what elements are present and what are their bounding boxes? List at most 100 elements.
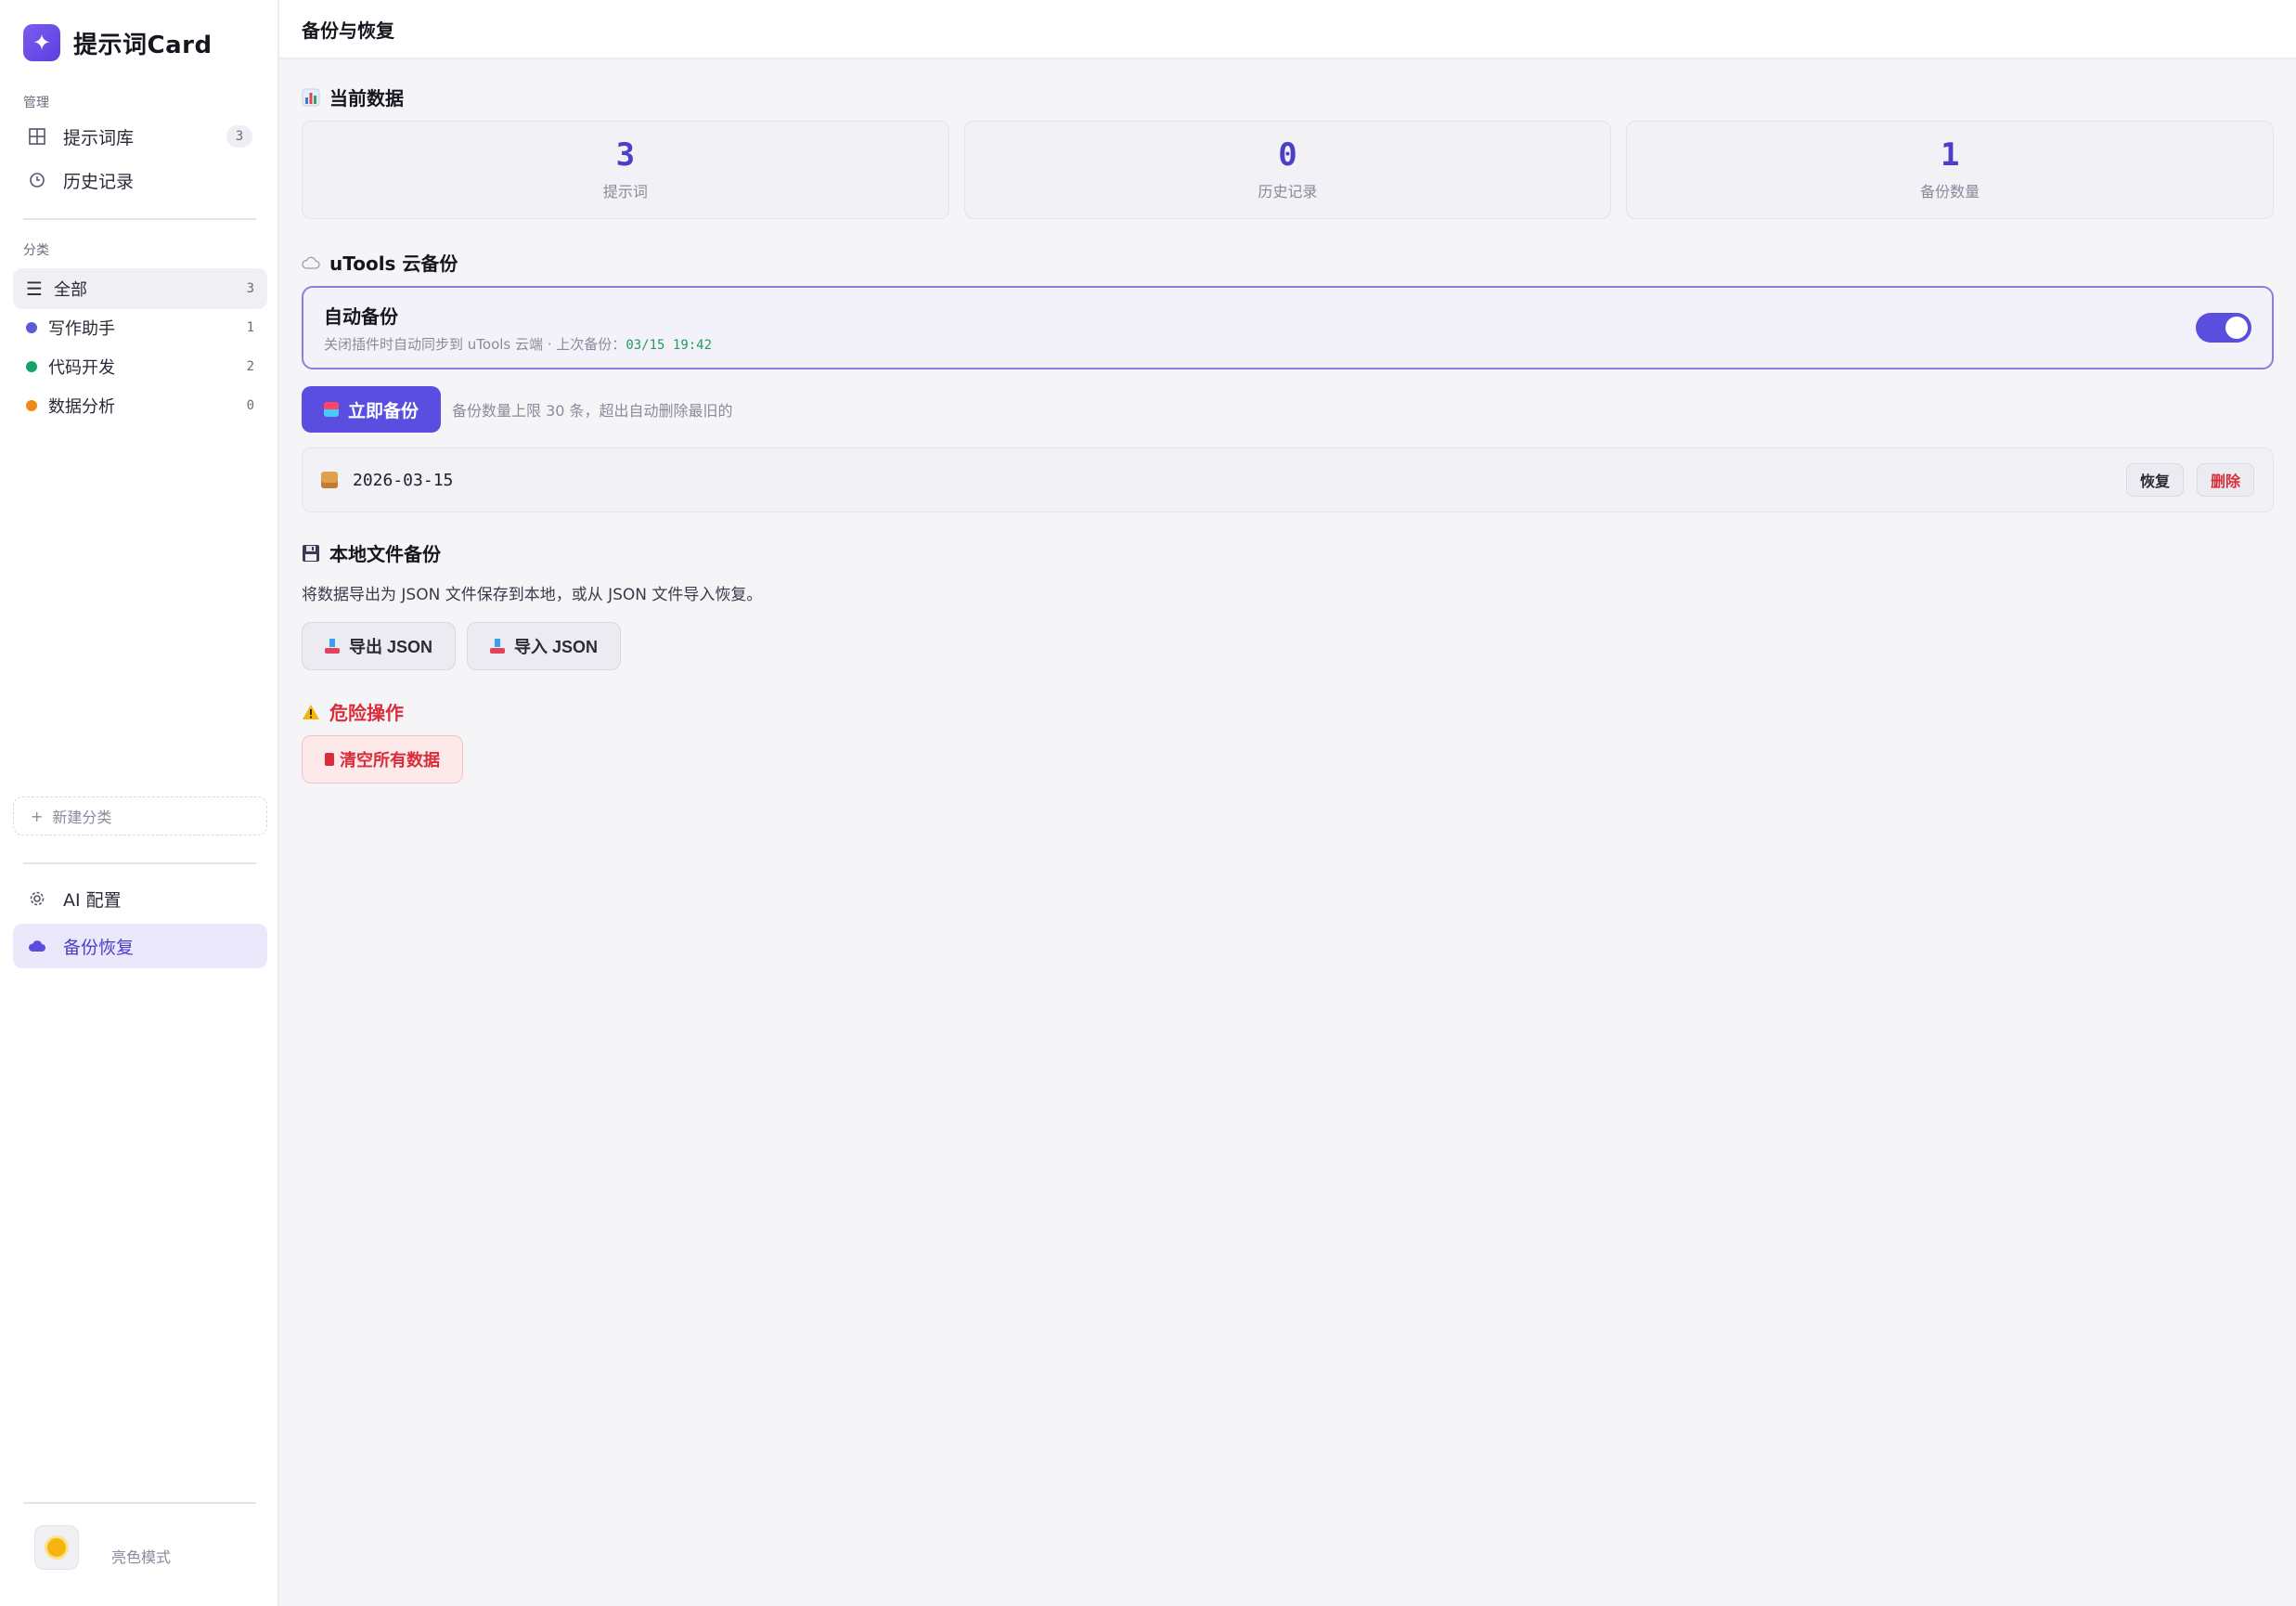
list-icon: ☰ — [26, 278, 43, 300]
backup-now-row: 立即备份 备份数量上限 30 条，超出自动删除最旧的 — [302, 386, 733, 433]
count-badge: 3 — [226, 125, 252, 148]
category-count: 0 — [246, 398, 254, 413]
auto-backup-desc: 关闭插件时自动同步到 uTools 云端 · 上次备份：03/15 19:42 — [324, 334, 712, 354]
divider — [23, 218, 256, 220]
auto-backup-desc-text: 关闭插件时自动同步到 uTools 云端 · 上次备份： — [324, 336, 626, 353]
category-label: 数据分析 — [48, 397, 115, 417]
divider — [23, 1502, 256, 1504]
gear-icon — [28, 890, 46, 907]
import-json-label: 导入 JSON — [514, 638, 599, 656]
category-label: 写作助手 — [48, 319, 115, 339]
stat-value: 3 — [615, 136, 636, 175]
package-icon — [324, 402, 339, 417]
section-local-backup: 本地文件备份 — [302, 539, 441, 566]
local-backup-desc: 将数据导出为 JSON 文件保存到本地，或从 JSON 文件导入恢复。 — [302, 586, 763, 604]
theme-label: 亮色模式 — [111, 1548, 172, 1566]
backup-list-item: 2026-03-15 恢复 删除 — [302, 447, 2274, 512]
sparkle-icon: ✦ — [23, 24, 60, 61]
section-label-category: 分类 — [23, 243, 49, 258]
sidebar-item-history[interactable]: 历史记录 — [13, 160, 267, 201]
page-title: 备份与恢复 — [302, 19, 394, 42]
bar-chart-icon — [302, 88, 320, 107]
file-buttons: 导出 JSON 导入 JSON — [302, 622, 622, 670]
section-danger: 危险操作 — [302, 698, 404, 725]
section-title-text: uTools 云备份 — [329, 253, 458, 275]
section-title-text: 危险操作 — [329, 702, 404, 724]
section-cloud-backup: uTools 云备份 — [302, 249, 458, 276]
theme-toggle-button[interactable] — [34, 1525, 79, 1570]
category-label: 代码开发 — [48, 358, 115, 378]
new-category-button[interactable]: + 新建分类 — [13, 797, 267, 835]
category-all[interactable]: ☰ 全部 3 — [13, 268, 267, 309]
stat-card-backups: 1 备份数量 — [1626, 121, 2275, 219]
backup-now-button[interactable]: 立即备份 — [302, 386, 442, 433]
sidebar-item-label: 备份恢复 — [63, 937, 135, 958]
main-panel: 备份与恢复 当前数据 3 提示词 0 历史记录 1 备份数量 uTools 云备… — [279, 0, 2296, 1606]
clear-all-data-button[interactable]: 清空所有数据 — [302, 735, 463, 784]
category-writing[interactable]: 写作助手 1 — [13, 307, 267, 348]
topbar: 备份与恢复 — [279, 0, 2296, 59]
section-current-data: 当前数据 — [302, 84, 404, 110]
stat-value: 1 — [1940, 136, 1960, 175]
cloud-outline-icon — [302, 253, 320, 272]
category-label: 全部 — [54, 280, 87, 300]
last-backup-time: 03/15 19:42 — [626, 338, 713, 353]
stat-label: 提示词 — [602, 182, 648, 201]
delete-button[interactable]: 删除 — [2196, 463, 2254, 497]
divider — [23, 862, 256, 864]
section-title-text: 当前数据 — [329, 87, 404, 110]
stat-label: 历史记录 — [1258, 182, 1318, 201]
warning-icon — [302, 703, 320, 721]
sidebar-item-label: 历史记录 — [63, 171, 135, 192]
category-count: 1 — [246, 320, 254, 335]
import-json-button[interactable]: 导入 JSON — [467, 622, 622, 670]
section-title-text: 本地文件备份 — [329, 543, 441, 565]
download-icon — [325, 639, 340, 654]
stat-card-prompts: 3 提示词 — [302, 121, 949, 219]
auto-backup-toggle[interactable] — [2196, 313, 2251, 343]
stats-row: 3 提示词 0 历史记录 1 备份数量 — [302, 121, 2275, 219]
backup-date: 2026-03-15 — [353, 470, 454, 490]
backup-limit-hint: 备份数量上限 30 条，超出自动删除最旧的 — [452, 402, 733, 420]
trash-icon — [325, 753, 334, 766]
stat-card-history: 0 历史记录 — [963, 121, 1612, 219]
category-count: 3 — [246, 281, 254, 296]
sidebar-item-label: AI 配置 — [63, 889, 122, 911]
category-data-analysis[interactable]: 数据分析 0 — [13, 385, 267, 426]
clear-all-label: 清空所有数据 — [340, 751, 440, 770]
section-label-manage: 管理 — [23, 96, 49, 110]
app-window: ✦ 提示词Card 管理 提示词库 3 历史记录 分类 ☰ 全部 3 写作助手 — [0, 0, 2296, 1606]
category-coding[interactable]: 代码开发 2 — [13, 346, 267, 387]
export-json-label: 导出 JSON — [349, 638, 433, 656]
grid-icon — [28, 128, 46, 145]
sidebar-item-backup[interactable]: 备份恢复 — [13, 924, 267, 968]
brand-title: 提示词Card — [73, 31, 213, 59]
backup-actions: 恢复 删除 — [2125, 463, 2254, 497]
cloud-icon — [28, 939, 46, 952]
brand: ✦ 提示词Card — [23, 24, 213, 61]
auto-backup-text: 自动备份 关闭插件时自动同步到 uTools 云端 · 上次备份：03/15 1… — [324, 302, 712, 354]
category-count: 2 — [246, 359, 254, 374]
color-dot — [26, 400, 37, 411]
sidebar-item-ai-config[interactable]: AI 配置 — [13, 878, 267, 919]
toggle-knob — [2225, 317, 2248, 339]
new-category-label: 新建分类 — [52, 809, 112, 826]
backup-now-label: 立即备份 — [348, 401, 419, 421]
auto-backup-title: 自动备份 — [324, 305, 398, 328]
export-json-button[interactable]: 导出 JSON — [302, 622, 457, 670]
color-dot — [26, 361, 37, 372]
sidebar-item-prompts[interactable]: 提示词库 3 — [13, 116, 267, 157]
box-icon — [321, 472, 338, 488]
auto-backup-card: 自动备份 关闭插件时自动同步到 uTools 云端 · 上次备份：03/15 1… — [302, 286, 2274, 369]
stat-label: 备份数量 — [1920, 182, 1980, 201]
stat-value: 0 — [1278, 136, 1297, 175]
inbox-icon — [490, 639, 506, 654]
sidebar: ✦ 提示词Card 管理 提示词库 3 历史记录 分类 ☰ 全部 3 写作助手 — [0, 0, 279, 1606]
sun-icon — [47, 1538, 66, 1557]
sidebar-item-label: 提示词库 — [63, 127, 135, 149]
floppy-disk-icon — [302, 544, 320, 563]
color-dot — [26, 322, 37, 333]
plus-icon: + — [31, 807, 44, 825]
clock-icon — [28, 172, 46, 188]
restore-button[interactable]: 恢复 — [2125, 463, 2184, 497]
